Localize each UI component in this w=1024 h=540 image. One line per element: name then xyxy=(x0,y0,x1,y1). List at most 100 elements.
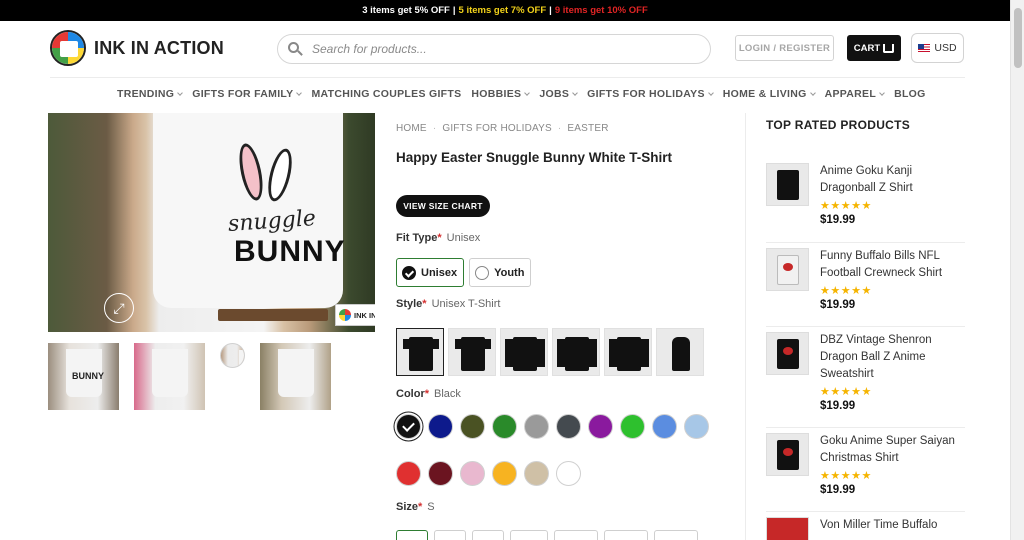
size-option[interactable] xyxy=(396,530,428,540)
promo-tier-2: 5 items get 7% OFF xyxy=(458,5,547,16)
nav-item-gifts-for-family[interactable]: GIFTS FOR FAMILY xyxy=(192,88,303,100)
cart-label: CART xyxy=(853,42,881,54)
promo-tier-3: 9 items get 10% OFF xyxy=(554,5,648,16)
breadcrumb-easter[interactable]: EASTER xyxy=(567,123,608,134)
thumbnail-2[interactable] xyxy=(134,343,205,410)
promo-tier-1: 3 items get 5% OFF xyxy=(362,5,450,16)
product-name-link[interactable]: Goku Anime Super Saiyan Christmas Shirt xyxy=(820,433,965,467)
color-swatch[interactable] xyxy=(652,414,677,439)
color-swatch[interactable] xyxy=(524,461,549,486)
product-name-link[interactable]: DBZ Vintage Shenron Dragon Ball Z Anime … xyxy=(820,332,965,383)
color-swatch[interactable] xyxy=(556,414,581,439)
style-option-2[interactable] xyxy=(448,328,496,376)
shirt-print-line2: BUNNY xyxy=(234,235,346,268)
zoom-expand-icon[interactable]: ⤢ xyxy=(104,293,134,323)
chevron-down-icon xyxy=(572,90,578,96)
view-size-chart-button[interactable]: VIEW SIZE CHART xyxy=(396,195,490,217)
cart-button[interactable]: CART xyxy=(847,35,901,61)
color-swatch[interactable] xyxy=(396,414,421,439)
product-title: Happy Easter Snuggle Bunny White T-Shirt xyxy=(396,150,673,165)
fit-type-options: Unisex Youth xyxy=(396,258,532,287)
breadcrumb-home[interactable]: HOME xyxy=(396,123,427,134)
color-swatch[interactable] xyxy=(460,414,485,439)
size-option[interactable] xyxy=(472,530,504,540)
size-option[interactable] xyxy=(434,530,466,540)
thumbnail-1[interactable]: BUNNY xyxy=(48,343,119,410)
size-option[interactable] xyxy=(654,530,698,540)
breadcrumb-gifts-for-holidays[interactable]: GIFTS FOR HOLIDAYS xyxy=(442,123,552,134)
product-price: $19.99 xyxy=(820,214,856,226)
color-swatch[interactable] xyxy=(428,414,453,439)
product-thumbnail[interactable] xyxy=(766,248,809,291)
fit-option-unisex[interactable]: Unisex xyxy=(396,258,465,287)
color-swatch[interactable] xyxy=(684,414,709,439)
search-input[interactable] xyxy=(312,42,692,56)
style-option-3[interactable] xyxy=(500,328,548,376)
nav-item-apparel[interactable]: APPAREL xyxy=(825,88,885,100)
color-swatch[interactable] xyxy=(428,461,453,486)
header-divider xyxy=(50,77,965,78)
product-name-link[interactable]: Funny Buffalo Bills NFL Football Crewnec… xyxy=(820,248,965,282)
swatch-row-break xyxy=(396,445,716,455)
product-thumbnail[interactable] xyxy=(766,163,809,206)
site-logo[interactable]: INK IN ACTION xyxy=(50,30,224,66)
color-swatch[interactable] xyxy=(588,414,613,439)
brand-name: INK IN ACTION xyxy=(94,37,224,58)
nav-item-jobs[interactable]: JOBS xyxy=(539,88,578,100)
color-swatch[interactable] xyxy=(492,461,517,486)
color-swatch[interactable] xyxy=(524,414,549,439)
thumbnail-strip: BUNNY BUNNY xyxy=(48,343,331,410)
style-unisex-tshirt[interactable] xyxy=(396,328,444,376)
thumbnail-4[interactable] xyxy=(260,343,331,410)
fit-option-youth[interactable]: Youth xyxy=(469,258,532,287)
color-swatch[interactable] xyxy=(620,414,645,439)
nav-item-trending[interactable]: TRENDING xyxy=(117,88,184,100)
product-main-image[interactable]: snuggle BUNNY ⤢ INK IN ACTION xyxy=(48,113,375,332)
search-icon[interactable] xyxy=(288,42,303,56)
radio-checked-icon xyxy=(402,265,416,280)
chevron-down-icon xyxy=(707,90,714,96)
promo-separator: | xyxy=(549,5,552,16)
color-swatch[interactable] xyxy=(556,461,581,486)
product-thumbnail[interactable] xyxy=(766,433,809,476)
login-register-button[interactable]: LOGIN / REGISTER xyxy=(735,35,834,61)
promo-separator: | xyxy=(452,5,456,16)
page-scrollbar[interactable] xyxy=(1010,0,1024,540)
search-bar[interactable] xyxy=(277,34,711,64)
nav-item-blog[interactable]: BLOG xyxy=(894,88,926,100)
color-swatch[interactable] xyxy=(396,461,421,486)
style-option-5[interactable] xyxy=(604,328,652,376)
size-label: Size* S xyxy=(396,501,435,513)
main-nav: TRENDING GIFTS FOR FAMILY MATCHING COUPL… xyxy=(117,88,936,100)
thumbnail-3[interactable]: BUNNY xyxy=(220,343,245,368)
color-swatch[interactable] xyxy=(492,414,517,439)
product-divider xyxy=(766,242,965,243)
style-option-6[interactable] xyxy=(656,328,704,376)
chevron-down-icon xyxy=(879,90,885,96)
size-option[interactable] xyxy=(604,530,648,540)
product-name-link[interactable]: Von Miller Time Buffalo xyxy=(820,517,965,534)
product-name-link[interactable]: Anime Goku Kanji Dragonball Z Shirt xyxy=(820,163,965,197)
chevron-down-icon xyxy=(524,90,531,96)
size-option[interactable] xyxy=(554,530,598,540)
style-label: Style* Unisex T-Shirt xyxy=(396,298,501,310)
chevron-down-icon xyxy=(809,90,816,96)
scrollbar-thumb[interactable] xyxy=(1014,8,1022,68)
color-swatch[interactable] xyxy=(460,461,485,486)
cart-icon xyxy=(883,43,895,53)
product-thumbnail[interactable] xyxy=(766,517,809,540)
chevron-down-icon xyxy=(296,90,303,96)
size-option[interactable] xyxy=(510,530,548,540)
product-thumbnail[interactable] xyxy=(766,332,809,375)
style-option-4[interactable] xyxy=(552,328,600,376)
nav-item-gifts-for-holidays[interactable]: GIFTS FOR HOLIDAYS xyxy=(587,88,714,100)
column-divider xyxy=(745,113,746,540)
breadcrumb: HOME · GIFTS FOR HOLIDAYS · EASTER xyxy=(396,123,609,134)
promo-bar: 3 items get 5% OFF | 5 items get 7% OFF … xyxy=(0,0,1010,21)
product-divider xyxy=(766,427,965,428)
nav-item-home-living[interactable]: HOME & LIVING xyxy=(723,88,816,100)
nav-item-hobbies[interactable]: HOBBIES xyxy=(471,88,531,100)
currency-selector[interactable]: USD xyxy=(911,33,964,63)
nav-item-matching-couples-gifts[interactable]: MATCHING COUPLES GIFTS xyxy=(311,88,461,100)
product-divider xyxy=(766,511,965,512)
